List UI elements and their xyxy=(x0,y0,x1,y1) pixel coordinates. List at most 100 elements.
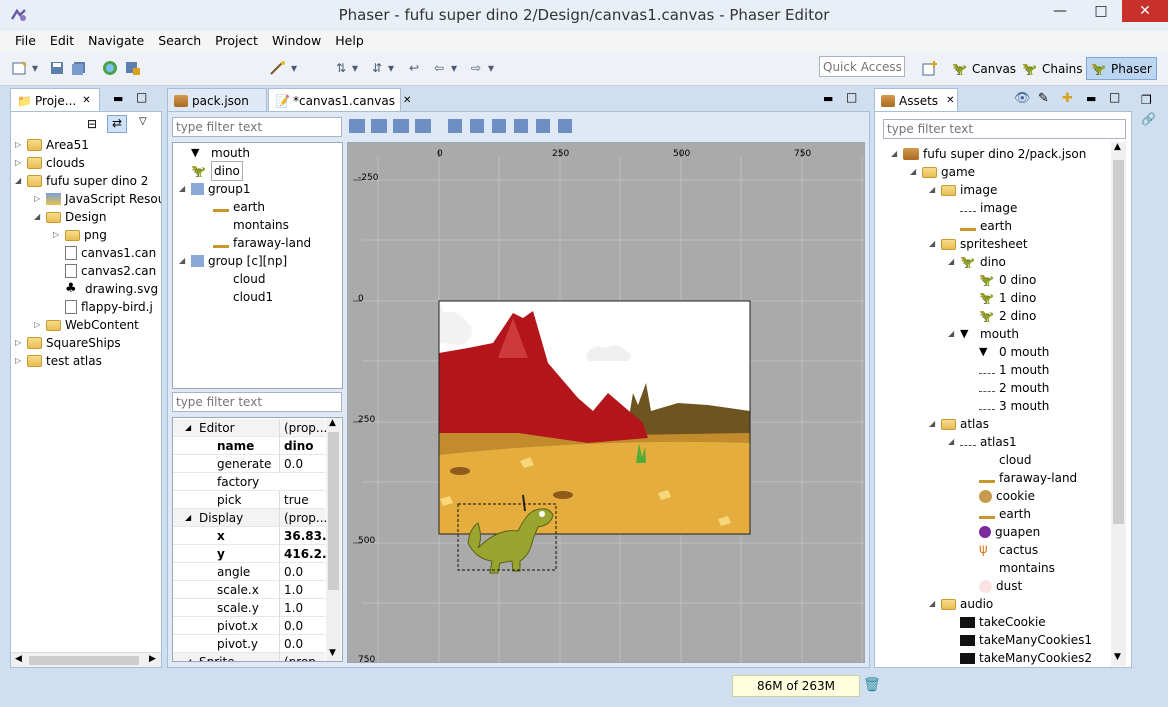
tree-item[interactable]: ♣ drawing.svg xyxy=(53,280,158,298)
close-button[interactable]: ✕ xyxy=(1122,0,1168,22)
menu-edit[interactable]: Edit xyxy=(43,31,81,52)
raise-icon[interactable] xyxy=(536,119,550,133)
expanded-icon[interactable]: ◢ xyxy=(929,181,941,199)
tree-item[interactable]: 🦖 1 dino xyxy=(967,289,1036,307)
send-to-back-icon[interactable] xyxy=(514,119,528,133)
next-annotation-dropdown-icon[interactable]: ▾ xyxy=(350,59,360,77)
expanded-icon[interactable]: ◢ xyxy=(34,208,46,226)
expanded-icon[interactable]: ◢ xyxy=(910,163,922,181)
perspective-phaser[interactable]: 🦖 Phaser xyxy=(1086,57,1157,80)
property-value[interactable]: 0.0 xyxy=(279,617,329,635)
maximize-view-icon[interactable]: □ xyxy=(1109,90,1120,104)
tree-item[interactable]: faraway-land xyxy=(967,469,1077,487)
minimize-editor-icon[interactable]: ▬ xyxy=(823,92,833,105)
lower-icon[interactable] xyxy=(558,119,572,133)
tree-item[interactable]: 🦖 2 dino xyxy=(967,307,1036,325)
export-icon[interactable] xyxy=(124,59,142,77)
collapsed-icon[interactable]: ▷ xyxy=(15,352,27,370)
tree-item[interactable]: ◢ ▼ mouth xyxy=(948,325,1019,343)
property-value[interactable]: dino xyxy=(279,437,329,455)
perspective-canvas[interactable]: 🦖 Canvas xyxy=(948,57,1020,80)
expanded-icon[interactable]: ◢ xyxy=(948,325,960,343)
property-value[interactable]: 1.0 xyxy=(279,581,329,599)
properties-filter-input[interactable] xyxy=(172,392,342,412)
expanded-icon[interactable]: ◢ xyxy=(929,595,941,613)
tree-item[interactable]: takeManyCookies1 xyxy=(948,631,1092,649)
tree-item[interactable]: cookie xyxy=(967,487,1035,505)
new-file-icon[interactable] xyxy=(11,59,29,77)
expanded-icon[interactable]: ◢ xyxy=(15,172,27,190)
property-row[interactable]: ◢ Editor (prop... xyxy=(173,419,327,437)
quick-access-input[interactable] xyxy=(819,56,905,77)
menu-search[interactable]: Search xyxy=(151,31,208,52)
outline-item[interactable]: cloud xyxy=(201,270,266,288)
menu-help[interactable]: Help xyxy=(328,31,371,52)
property-row[interactable]: generate 0.0 xyxy=(173,455,325,473)
expanded-icon[interactable]: ◢ xyxy=(185,509,191,527)
property-row[interactable]: scale.x 1.0 xyxy=(173,581,325,599)
tree-item[interactable]: ▷ png xyxy=(53,226,107,244)
collapsed-icon[interactable]: ▷ xyxy=(34,316,46,334)
property-row[interactable]: name dino xyxy=(173,437,325,455)
property-row[interactable]: pick true xyxy=(173,491,325,509)
outline-filter-input[interactable] xyxy=(172,117,342,137)
wand-icon[interactable] xyxy=(269,59,287,77)
tree-item[interactable]: 3 mouth xyxy=(967,397,1049,415)
link-icon[interactable]: 🔗 xyxy=(1141,112,1156,126)
open-perspective-icon[interactable] xyxy=(921,59,939,77)
tree-item[interactable]: 1 mouth xyxy=(967,361,1049,379)
expanded-icon[interactable]: ◢ xyxy=(948,253,960,271)
tree-item[interactable]: canvas1.can xyxy=(53,244,156,262)
tree-item[interactable]: takeManyCookies2 xyxy=(948,649,1092,667)
outline-item[interactable]: ◢ group1 xyxy=(179,180,251,198)
collapsed-icon[interactable]: ▷ xyxy=(15,154,27,172)
property-row[interactable]: pivot.y 0.0 xyxy=(173,635,325,653)
tree-item[interactable]: takeCookie xyxy=(948,613,1046,631)
property-value[interactable]: 0.0 xyxy=(279,455,329,473)
new-dropdown-icon[interactable]: ▾ xyxy=(30,59,40,77)
bring-forward-icon[interactable] xyxy=(448,119,462,133)
tab-canvas1[interactable]: 📝 *canvas1.canvas ✕ xyxy=(268,88,411,112)
tree-item[interactable]: ▷ clouds xyxy=(15,154,85,172)
tree-item[interactable]: ◢ atlas xyxy=(929,415,989,433)
collapsed-icon[interactable]: ▷ xyxy=(15,334,27,352)
tree-item[interactable]: 🦖 0 dino xyxy=(967,271,1036,289)
property-value[interactable]: (prop... xyxy=(279,509,329,527)
tree-item[interactable]: ψ cactus xyxy=(967,541,1038,559)
save-all-icon[interactable] xyxy=(70,59,88,77)
eye-icon[interactable]: 👁 xyxy=(1014,91,1031,106)
tab-project-explorer[interactable]: 📁 Proje... ✕ xyxy=(10,88,100,112)
tree-item[interactable]: ◢ fufu super dino 2 xyxy=(15,172,148,190)
properties-scrollbar[interactable]: ▲ ▼ xyxy=(326,418,341,661)
tree-item[interactable]: ◢ spritesheet xyxy=(929,235,1028,253)
expanded-icon[interactable]: ◢ xyxy=(179,180,191,198)
property-value[interactable]: 36.83... xyxy=(279,527,329,545)
menu-project[interactable]: Project xyxy=(208,31,265,52)
wand-dropdown-icon[interactable]: ▾ xyxy=(289,59,299,77)
save-icon[interactable] xyxy=(48,59,66,77)
tree-item[interactable]: ◢ game xyxy=(910,163,975,181)
tree-item[interactable]: earth xyxy=(967,505,1031,523)
close-tab-icon[interactable]: ✕ xyxy=(403,95,411,106)
tree-item[interactable]: ◢ Design xyxy=(34,208,106,226)
outline-item[interactable]: cloud1 xyxy=(201,288,273,306)
tree-item[interactable]: ◢ atlas1 xyxy=(948,433,1017,451)
tree-item[interactable]: ▷ Area51 xyxy=(15,136,89,154)
property-value[interactable]: true xyxy=(279,491,329,509)
close-tab-icon[interactable]: ✕ xyxy=(946,95,954,106)
scene-canvas[interactable]: 0 250 500 750 -250 0 250 500 750 xyxy=(347,142,865,663)
expanded-icon[interactable]: ◢ xyxy=(185,419,191,437)
restore-icon[interactable]: ❐ xyxy=(1141,93,1152,107)
scrollbar-thumb[interactable] xyxy=(1113,160,1124,524)
expanded-icon[interactable]: ◢ xyxy=(929,235,941,253)
menu-window[interactable]: Window xyxy=(265,31,328,52)
outline-item[interactable]: montains xyxy=(201,216,289,234)
tree-item[interactable]: 2 mouth xyxy=(967,379,1049,397)
collapsed-icon[interactable]: ▷ xyxy=(53,226,65,244)
back-icon[interactable]: ⇦ xyxy=(430,59,448,77)
menu-navigate[interactable]: Navigate xyxy=(81,31,151,52)
tree-item[interactable]: ◢ image xyxy=(929,181,997,199)
scrollbar-thumb[interactable] xyxy=(328,432,339,590)
tree-item[interactable]: ▷ test atlas xyxy=(15,352,102,370)
minimize-button[interactable]: — xyxy=(1040,0,1080,22)
